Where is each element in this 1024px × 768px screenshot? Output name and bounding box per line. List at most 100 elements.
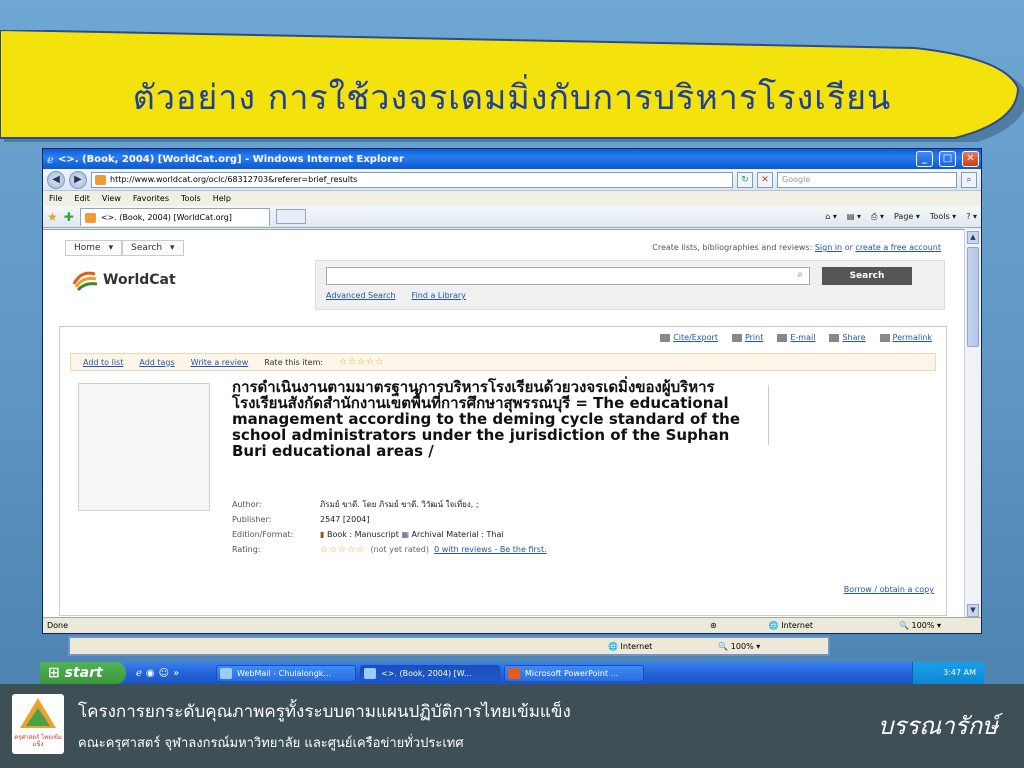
maximize-button[interactable]: □: [939, 151, 956, 167]
tab-label: <>. (Book, 2004) [WorldCat.org]: [100, 212, 232, 222]
menu-file[interactable]: File: [49, 194, 62, 203]
reviews-link[interactable]: 0 with reviews - Be the first.: [434, 545, 547, 554]
clock: 3:47 AM: [943, 668, 976, 677]
menu-favorites[interactable]: Favorites: [133, 194, 169, 203]
stop-button[interactable]: ✕: [757, 171, 773, 188]
write-review-link[interactable]: Write a review: [191, 358, 249, 367]
close-button[interactable]: ✕: [962, 151, 979, 167]
add-tags-link[interactable]: Add tags: [139, 358, 174, 367]
edition-value: ▮ Book : Manuscript ▦ Archival Material …: [320, 530, 504, 539]
status-bar: Done ⊛ 🌐 Internet 🔍 100% ▾: [43, 617, 981, 633]
windows-logo-icon: ⊞: [48, 665, 65, 681]
find-library-link[interactable]: Find a Library: [412, 291, 466, 300]
taskbar-item-webmail[interactable]: WebMail - Chulalongk...: [216, 664, 356, 682]
share-link[interactable]: Share: [829, 333, 866, 342]
search-links: Advanced Search Find a Library: [326, 291, 466, 300]
more-quicklaunch-icon[interactable]: »: [173, 668, 179, 679]
sign-in-link[interactable]: Sign in: [815, 243, 842, 252]
security-icon: ⊛: [710, 621, 717, 630]
permalink-link[interactable]: Permalink: [879, 333, 932, 342]
window-titlebar[interactable]: ℯ <>. (Book, 2004) [WorldCat.org] - Wind…: [43, 149, 981, 169]
scroll-thumb[interactable]: [967, 247, 979, 347]
cite-export-link[interactable]: Cite/Export: [660, 333, 718, 342]
ie-window: ℯ <>. (Book, 2004) [WorldCat.org] - Wind…: [42, 148, 982, 634]
email-link[interactable]: E-mail: [777, 333, 815, 342]
rate-stars[interactable]: ☆☆☆☆☆: [339, 357, 384, 367]
tab-page-icon: [84, 212, 96, 223]
internet-zone: 🌐 Internet: [768, 621, 814, 630]
worldcat-nav: Home ▾ Search ▾: [65, 240, 184, 256]
help-icon[interactable]: ? ▾: [966, 212, 977, 222]
print-icon[interactable]: ⎙ ▾: [871, 212, 884, 222]
forward-button[interactable]: ▶: [69, 170, 87, 189]
zoom-level[interactable]: 🔍 100% ▾: [899, 621, 941, 630]
page-content: Home ▾ Search ▾ Create lists, bibliographi…: [43, 229, 965, 619]
slide-title: ตัวอย่าง การใช้วงจรเดมมิ่งกับการบริหารโร…: [132, 78, 892, 118]
minimize-button[interactable]: _: [916, 151, 933, 167]
scroll-up-icon[interactable]: ▲: [967, 231, 979, 244]
feeds-icon[interactable]: ▤ ▾: [847, 212, 861, 222]
vertical-scrollbar[interactable]: ▲ ▼: [964, 229, 981, 619]
record-metadata: Author: ภิรมย์ ขาดี. โดย ภิรมย์ ขาดี. วิว…: [232, 497, 547, 557]
url-input[interactable]: http://www.worldcat.org/oclc/68312703&re…: [91, 171, 733, 188]
print-link[interactable]: Print: [731, 333, 763, 342]
back-button[interactable]: ◀: [47, 170, 65, 189]
footer-author: บรรณารักษ์: [878, 712, 998, 740]
menu-help[interactable]: Help: [213, 194, 231, 203]
record-actions: Cite/Export Print E-mail Share Permalink: [660, 333, 932, 342]
scroll-down-icon[interactable]: ▼: [967, 604, 979, 617]
advanced-search-link[interactable]: Advanced Search: [326, 291, 396, 300]
tab-worldcat[interactable]: <>. (Book, 2004) [WorldCat.org]: [79, 207, 270, 226]
messenger-quicklaunch-icon[interactable]: ☺: [159, 668, 169, 679]
menu-tools[interactable]: Tools: [181, 194, 201, 203]
nav-home[interactable]: Home ▾: [65, 240, 123, 256]
worldcat-search-input[interactable]: ⌕: [326, 267, 810, 285]
system-tray: 3:47 AM: [912, 662, 984, 684]
magnifier-icon: ⌕: [797, 269, 803, 280]
favorites-star-icon[interactable]: ★: [47, 210, 58, 224]
search-icon[interactable]: ⌕: [961, 171, 977, 188]
command-bar: ⌂ ▾ ▤ ▾ ⎙ ▾ Page ▾ Tools ▾ ? ▾: [825, 212, 977, 222]
url-text: http://www.worldcat.org/oclc/68312703&re…: [110, 174, 358, 184]
archive-icon: ▦: [401, 530, 409, 539]
record-title: การดำเนินงานตามมาตรฐานการบริหารโรงเรียนด…: [232, 378, 741, 460]
taskbar-item-powerpoint[interactable]: Microsoft PowerPoint ...: [504, 664, 644, 682]
refresh-button[interactable]: ↻: [737, 171, 753, 188]
home-icon[interactable]: ⌂ ▾: [825, 212, 837, 222]
edition-label: Edition/Format:: [232, 530, 294, 539]
author-value[interactable]: ภิรมย์ ขาดี. โดย ภิรมย์ ขาดี. วิวัฒน์ ใจ…: [320, 498, 479, 511]
add-to-list-link[interactable]: Add to list: [83, 358, 123, 367]
publisher-value: 2547 [2004]: [320, 515, 370, 524]
author-label: Author:: [232, 500, 262, 509]
menu-view[interactable]: View: [102, 194, 121, 203]
book-cover-placeholder: [78, 383, 210, 511]
new-tab-button[interactable]: [275, 209, 306, 224]
create-account-link[interactable]: create a free account: [855, 243, 941, 252]
start-button[interactable]: ⊞ start: [40, 662, 126, 684]
page-icon: [95, 174, 106, 185]
slide-footer: ครุศาสตร์ ไทยเข้มแข็ง โครงการยกระดับคุณภ…: [0, 684, 1024, 768]
logo-text: ครุศาสตร์ ไทยเข้มแข็ง: [14, 734, 62, 748]
quick-launch: ℯ ◉ ☺ »: [126, 668, 216, 679]
tools-menu[interactable]: Tools ▾: [930, 212, 956, 222]
worldcat-logo[interactable]: WorldCat: [71, 268, 176, 292]
rating-note: (not yet rated): [370, 544, 429, 554]
status-text: Done: [47, 621, 69, 630]
search-input[interactable]: Google: [777, 171, 957, 188]
ie-quicklaunch-icon[interactable]: ℯ: [136, 668, 142, 679]
add-favorites-icon[interactable]: ✚: [64, 210, 74, 224]
nav-search[interactable]: Search ▾: [122, 240, 184, 256]
inner-zoom-level[interactable]: 🔍 100% ▾: [718, 642, 760, 651]
rate-label: Rate this item:: [264, 357, 324, 367]
menu-edit[interactable]: Edit: [74, 194, 90, 203]
menu-bar: File Edit View Favorites Tools Help: [43, 191, 981, 206]
footer-project-name: โครงการยกระดับคุณภาพครูทั้งระบบตามแผนปฏิ…: [78, 702, 571, 722]
page-menu[interactable]: Page ▾: [894, 212, 920, 222]
search-button[interactable]: Search: [822, 267, 912, 285]
taskbar-item-worldcat[interactable]: <>. (Book, 2004) [W...: [360, 664, 500, 682]
borrow-link[interactable]: Borrow / obtain a copy: [844, 585, 934, 594]
book-icon: ▮: [320, 530, 325, 539]
media-quicklaunch-icon[interactable]: ◉: [146, 668, 155, 679]
search-panel: ⌕ Search Advanced Search Find a Library: [315, 260, 945, 310]
project-logo: ครุศาสตร์ ไทยเข้มแข็ง: [12, 694, 64, 754]
